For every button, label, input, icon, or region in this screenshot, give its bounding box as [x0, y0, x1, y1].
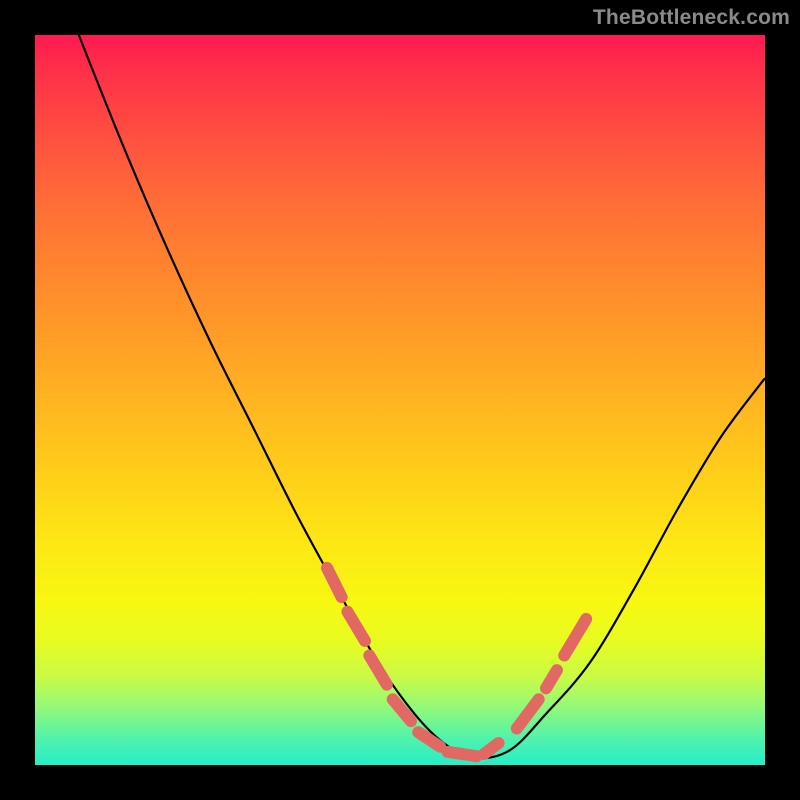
highlight-dash	[564, 619, 586, 656]
chart-svg	[35, 35, 765, 765]
highlight-dash	[484, 743, 499, 754]
highlight-dash	[447, 752, 476, 756]
highlight-dash	[517, 699, 539, 728]
plot-area	[35, 35, 765, 765]
watermark-text: TheBottleneck.com	[593, 6, 790, 30]
bottleneck-curve	[79, 35, 765, 758]
chart-container: TheBottleneck.com	[0, 0, 800, 800]
highlight-dash	[327, 568, 342, 597]
highlight-dashes	[327, 568, 586, 756]
highlight-dash	[546, 670, 557, 688]
highlight-dash	[369, 656, 387, 685]
highlight-dash	[393, 699, 411, 721]
highlight-dash	[347, 612, 365, 641]
highlight-dash	[418, 732, 440, 747]
